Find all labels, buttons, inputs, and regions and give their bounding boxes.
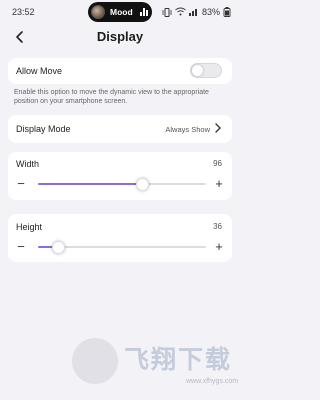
height-value: 36 [213, 222, 222, 231]
height-label: Height [16, 222, 43, 232]
signal-icon [189, 9, 197, 16]
height-decrease-button[interactable]: − [14, 240, 28, 254]
width-decrease-button[interactable]: − [14, 177, 28, 191]
status-time: 23:52 [12, 7, 35, 17]
watermark-text: 飞翔下载 [124, 346, 233, 374]
avatar [91, 5, 105, 19]
width-slider-thumb[interactable] [136, 178, 150, 191]
height-card: Height 36 − + [8, 214, 232, 262]
audio-bars-icon [140, 8, 149, 16]
height-increase-button[interactable]: + [212, 240, 226, 254]
display-mode-row[interactable]: Display Mode Always Show [8, 115, 232, 143]
height-slider-thumb[interactable] [52, 241, 66, 254]
width-value: 96 [213, 159, 222, 168]
status-bar: 23:52 Mood 83% [0, 0, 240, 24]
watermark-logo-icon [72, 338, 118, 384]
page-title: Display [96, 29, 144, 44]
chevron-right-icon [215, 123, 221, 133]
width-card: Width 96 − + [8, 152, 232, 200]
battery-icon [223, 7, 231, 17]
battery-text: 83% [202, 7, 221, 17]
width-increase-button[interactable]: + [212, 177, 226, 191]
dynamic-island[interactable]: Mood [88, 2, 152, 22]
allow-move-description: Enable this option to move the dynamic v… [14, 89, 209, 105]
width-slider-fill [38, 183, 143, 185]
island-label: Mood [110, 7, 133, 17]
wifi-icon [175, 7, 186, 16]
height-slider[interactable] [38, 241, 206, 254]
vibrate-icon [162, 8, 172, 17]
header: Display [0, 26, 240, 48]
watermark-url: www.xfhygs.com [186, 378, 239, 385]
watermark: 飞翔下载 www.xfhygs.com [66, 336, 239, 396]
width-slider[interactable] [38, 178, 206, 191]
display-mode-label: Display Mode [16, 124, 71, 134]
allow-move-label: Allow Move [16, 66, 63, 76]
display-mode-value: Always Show [165, 125, 210, 134]
allow-move-row[interactable]: Allow Move [8, 58, 232, 84]
toggle-knob [192, 65, 203, 76]
allow-move-toggle[interactable] [190, 63, 222, 78]
width-label: Width [16, 159, 40, 169]
status-icons: 83% [162, 6, 232, 18]
